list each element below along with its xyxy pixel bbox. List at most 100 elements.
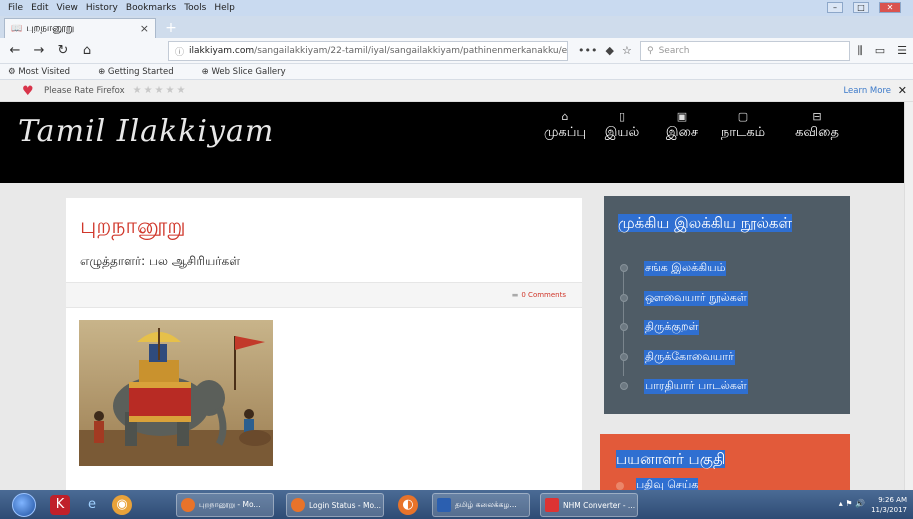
nav-item-home[interactable]: ⌂ முகப்பு (544, 110, 586, 141)
system-tray[interactable]: ▴ ⚑ 🔊 (839, 499, 865, 508)
list-item[interactable]: ஔவையார் நூல்கள் (618, 284, 748, 314)
window-controls: – □ ✕ (827, 2, 909, 13)
menu-help[interactable]: Help (214, 3, 235, 13)
tab-close-icon[interactable]: × (140, 22, 149, 35)
home-icon: ⌂ (561, 110, 569, 123)
menu-bar: File Edit View History Bookmarks Tools H… (0, 0, 913, 16)
page-scrollbar[interactable] (904, 102, 913, 490)
bookmark-web-slice-gallery[interactable]: ⊕ Web Slice Gallery (202, 67, 300, 77)
menu-bookmarks[interactable]: Bookmarks (126, 3, 176, 13)
user-section-widget: பயனாளர் பகுதி பதிவு செய்க (600, 434, 850, 490)
list-item-label[interactable]: சங்க இலக்கியம் (644, 261, 727, 277)
url-bar[interactable]: ⓘ ilakkiyam.com /sangailakkiyam/22-tamil… (168, 41, 568, 61)
bullet-icon (620, 323, 628, 331)
nav-label: முகப்பு (544, 125, 587, 140)
comments-link[interactable]: ▬ 0 Comments (512, 291, 566, 299)
menu-file[interactable]: File (8, 3, 23, 13)
start-button[interactable] (12, 493, 36, 517)
word-icon (437, 498, 451, 512)
firefox-icon (181, 498, 195, 512)
bullet-icon (620, 264, 628, 272)
close-window-button[interactable]: ✕ (879, 2, 901, 13)
document-icon: ▯ (618, 110, 626, 123)
learn-more-link[interactable]: Learn More (843, 86, 891, 96)
nav-item-kavithai[interactable]: ⊟ கவிதை (784, 110, 850, 141)
search-placeholder: Search (658, 46, 690, 56)
hamburger-menu-icon[interactable]: ☰ (897, 44, 907, 58)
ie-icon[interactable]: e (82, 495, 102, 515)
notification-text: Please Rate Firefox (44, 85, 125, 96)
article-image (79, 320, 273, 466)
elephant-procession-painting (79, 320, 273, 466)
new-tab-button[interactable]: + (162, 19, 180, 37)
article-card: புறநானூறு எழுத்தாளர்: பல ஆசிரியர்கள் ▬ 0 … (66, 198, 582, 490)
bullet-icon (620, 293, 628, 302)
minimize-button[interactable]: – (827, 2, 843, 13)
list-item-label[interactable]: பாரதியார் பாடல்கள் (644, 379, 748, 395)
app-icon[interactable]: ◐ (398, 495, 418, 515)
bookmark-getting-started[interactable]: ⊕ Getting Started (98, 67, 188, 77)
bookmark-most-visited[interactable]: ⚙ Most Visited (8, 67, 84, 77)
search-input[interactable]: ⚲ Search (640, 41, 850, 61)
nav-item-isai[interactable]: ▣ இசை (656, 110, 708, 141)
bullet-icon (616, 481, 624, 490)
search-icon: ⚲ (647, 46, 654, 56)
maximize-button[interactable]: □ (853, 2, 869, 13)
poem-icon: ⊟ (812, 110, 822, 123)
k-app-icon[interactable]: K (50, 495, 70, 515)
menu-tools[interactable]: Tools (184, 3, 206, 13)
widget1-list: சங்க இலக்கியம் ஔவையார் நூல்கள் திருக்குற… (618, 254, 748, 402)
drama-icon: ▢ (737, 110, 749, 123)
task-word-doc[interactable]: தமிழ் கலைக்கழ... (432, 493, 530, 517)
info-icon[interactable]: ⓘ (175, 45, 184, 58)
pocket-icon[interactable]: ◆ (605, 44, 613, 57)
list-item-label[interactable]: ஔவையார் நூல்கள் (644, 290, 748, 306)
chrome-icon[interactable]: ◉ (112, 495, 132, 515)
task-nhm-converter[interactable]: NHM Converter - ... (540, 493, 638, 517)
nav-label: இசை (665, 125, 699, 140)
back-icon[interactable]: ← (6, 43, 24, 58)
clock[interactable]: 9:26 AM 11/3/2017 (871, 495, 907, 515)
list-item[interactable]: சங்க இலக்கியம் (618, 254, 748, 284)
tab-title: புறநானூறு (26, 22, 75, 34)
notification-close-icon[interactable]: ✕ (898, 84, 907, 97)
music-icon: ▣ (676, 110, 688, 123)
list-item[interactable]: பாரதியார் பாடல்கள் (618, 372, 748, 402)
register-link[interactable]: பதிவு செய்க (636, 478, 699, 490)
menu-edit[interactable]: Edit (31, 3, 48, 13)
menu-history[interactable]: History (86, 3, 118, 13)
reload-icon[interactable]: ↻ (54, 43, 72, 58)
nav-item-iyal[interactable]: ▯ இயல் (592, 110, 652, 141)
bullet-icon (620, 352, 628, 361)
bookmarks-bar: ⚙ Most Visited ⊕ Getting Started ⊕ Web S… (0, 64, 913, 80)
taskbar: K e ◉ புறநானூறு - Mo... Login Status - M… (0, 490, 913, 519)
home-icon[interactable]: ⌂ (78, 43, 96, 58)
comment-icon: ▬ (511, 291, 519, 299)
article-title[interactable]: புறநானூறு (80, 214, 186, 242)
menu-view[interactable]: View (57, 3, 78, 13)
bullet-icon (620, 382, 628, 390)
url-actions: ••• ◆ ☆ (578, 44, 632, 57)
page-actions-icon[interactable]: ••• (578, 44, 597, 57)
list-item[interactable]: திருக்குறள் (618, 313, 748, 343)
tab-active[interactable]: 📖 புறநானூறு × (4, 18, 156, 38)
library-icon[interactable]: ⫼ (858, 44, 863, 58)
task-firefox-login[interactable]: Login Status - Mo... (286, 493, 384, 517)
forward-icon[interactable]: → (30, 43, 48, 58)
list-item[interactable]: பதிவு செய்க (616, 478, 699, 490)
firefox-icon (291, 498, 305, 512)
list-item-label[interactable]: திருக்குறள் (644, 320, 700, 336)
list-item-label[interactable]: திருக்கோவையார் (644, 349, 735, 365)
nav-label: கவிதை (795, 125, 839, 140)
tab-strip: 📖 புறநானூறு × + (0, 16, 913, 38)
toolbar-right: ⫼ ▭ ☰ (858, 44, 907, 58)
nav-item-nadagam[interactable]: ▢ நாடகம் (710, 110, 776, 141)
main-nav: ⌂ முகப்பு ▯ இயல் ▣ இசை ▢ நாடகம் ⊟ கவிதை (544, 110, 850, 141)
task-firefox-purananuru[interactable]: புறநானூறு - Mo... (176, 493, 274, 517)
list-item[interactable]: திருக்கோவையார் (618, 343, 748, 373)
sidebar-icon[interactable]: ▭ (875, 44, 885, 58)
site-logo[interactable]: Tamil Ilakkiyam (18, 114, 274, 149)
heart-icon: ♥ (22, 84, 34, 99)
bookmark-star-icon[interactable]: ☆ (622, 44, 632, 57)
rating-stars[interactable]: ★★★★★ (133, 85, 188, 96)
